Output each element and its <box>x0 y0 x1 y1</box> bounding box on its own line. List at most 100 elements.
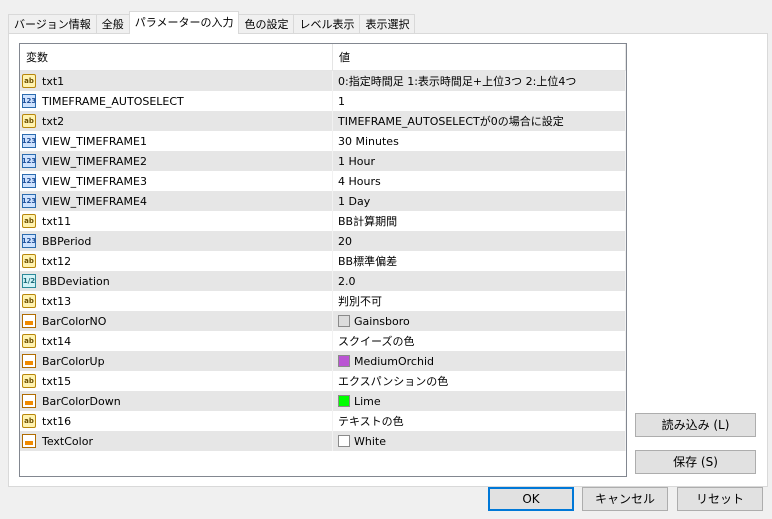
table-header: 変数 値 <box>20 44 626 71</box>
table-row[interactable]: 123 VIEW_TIMEFRAME2 1 Hour <box>20 151 626 171</box>
variable-cell[interactable]: ab txt14 <box>20 331 333 351</box>
string-type-icon: ab <box>22 114 36 128</box>
tab-version-info[interactable]: バージョン情報 <box>8 14 97 34</box>
value-cell[interactable]: BB計算期間 <box>332 211 626 231</box>
value-text: 0:指定時間足 1:表示時間足+上位3つ 2:上位4つ <box>338 75 577 88</box>
variable-name: txt16 <box>42 414 72 428</box>
variable-cell[interactable]: 123 VIEW_TIMEFRAME4 <box>20 191 333 211</box>
table-row[interactable]: ab txt12 BB標準偏差 <box>20 251 626 271</box>
variable-cell[interactable]: ab txt15 <box>20 371 333 391</box>
tab-general[interactable]: 全般 <box>95 14 130 34</box>
value-cell[interactable]: テキストの色 <box>332 411 626 431</box>
variable-name: TIMEFRAME_AUTOSELECT <box>42 94 184 108</box>
value-text: BB計算期間 <box>338 215 398 228</box>
table-row[interactable]: 123 VIEW_TIMEFRAME4 1 Day <box>20 191 626 211</box>
value-text: White <box>354 434 386 448</box>
value-cell[interactable]: 1 Day <box>332 191 626 211</box>
column-header-variable[interactable]: 変数 <box>20 44 333 71</box>
value-cell[interactable]: MediumOrchid <box>332 351 626 371</box>
variable-name: BarColorNO <box>42 314 107 328</box>
value-cell[interactable]: Gainsboro <box>332 311 626 331</box>
value-cell[interactable]: White <box>332 431 626 451</box>
table-row[interactable]: ab txt2 TIMEFRAME_AUTOSELECTが0の場合に設定 <box>20 111 626 131</box>
variable-name: VIEW_TIMEFRAME3 <box>42 174 147 188</box>
table-row[interactable]: 1/2 BBDeviation 2.0 <box>20 271 626 291</box>
table-row[interactable]: 123 TIMEFRAME_AUTOSELECT 1 <box>20 91 626 111</box>
table-row[interactable]: ab txt11 BB計算期間 <box>20 211 626 231</box>
variable-cell[interactable]: 123 TIMEFRAME_AUTOSELECT <box>20 91 333 111</box>
column-header-value[interactable]: 値 <box>332 44 626 71</box>
tab-colors[interactable]: 色の設定 <box>238 14 295 34</box>
value-cell[interactable]: 30 Minutes <box>332 131 626 151</box>
variable-cell[interactable]: 123 BBPeriod <box>20 231 333 251</box>
string-type-icon: ab <box>22 414 36 428</box>
table-row[interactable]: BarColorNO Gainsboro <box>20 311 626 331</box>
value-cell[interactable]: 1 <box>332 91 626 111</box>
table-row[interactable]: ab txt1 0:指定時間足 1:表示時間足+上位3つ 2:上位4つ <box>20 70 626 91</box>
parameters-grid: 変数 値 ab txt1 0:指定時間足 1:表示時間足+上位3つ 2:上位4つ 12… <box>19 43 627 477</box>
variable-name: BBPeriod <box>42 234 92 248</box>
variable-cell[interactable]: 123 VIEW_TIMEFRAME2 <box>20 151 333 171</box>
table-row[interactable]: BarColorDown Lime <box>20 391 626 411</box>
variable-name: VIEW_TIMEFRAME2 <box>42 154 147 168</box>
ok-button[interactable]: OK <box>488 487 574 511</box>
variable-name: txt13 <box>42 294 72 308</box>
tab-levels[interactable]: レベル表示 <box>293 14 361 34</box>
value-cell[interactable]: スクイーズの色 <box>332 331 626 351</box>
variable-cell[interactable]: ab txt12 <box>20 251 333 271</box>
color-type-icon <box>22 434 36 448</box>
table-row[interactable]: 123 BBPeriod 20 <box>20 231 626 251</box>
value-cell[interactable]: 2.0 <box>332 271 626 291</box>
value-cell[interactable]: TIMEFRAME_AUTOSELECTが0の場合に設定 <box>332 111 626 131</box>
variable-cell[interactable]: BarColorNO <box>20 311 333 331</box>
variable-cell[interactable]: 123 VIEW_TIMEFRAME3 <box>20 171 333 191</box>
string-type-icon: ab <box>22 374 36 388</box>
load-button[interactable]: 読み込み (L) <box>635 413 756 437</box>
value-cell[interactable]: エクスパンションの色 <box>332 371 626 391</box>
variable-cell[interactable]: ab txt13 <box>20 291 333 311</box>
value-cell[interactable]: 0:指定時間足 1:表示時間足+上位3つ 2:上位4つ <box>332 70 626 91</box>
tab-inputs[interactable]: パラメーターの入力 <box>128 11 240 34</box>
table-row[interactable]: 123 VIEW_TIMEFRAME1 30 Minutes <box>20 131 626 151</box>
integer-type-icon: 123 <box>22 234 36 248</box>
variable-name: BarColorUp <box>42 354 105 368</box>
table-row[interactable]: ab txt15 エクスパンションの色 <box>20 371 626 391</box>
table-row[interactable]: 123 VIEW_TIMEFRAME3 4 Hours <box>20 171 626 191</box>
table-row[interactable]: ab txt14 スクイーズの色 <box>20 331 626 351</box>
table-row[interactable]: ab txt16 テキストの色 <box>20 411 626 431</box>
cancel-button[interactable]: キャンセル <box>582 487 668 511</box>
variable-cell[interactable]: BarColorUp <box>20 351 333 371</box>
value-cell[interactable]: 4 Hours <box>332 171 626 191</box>
integer-type-icon: 123 <box>22 134 36 148</box>
color-swatch <box>338 435 350 447</box>
value-cell[interactable]: 1 Hour <box>332 151 626 171</box>
variable-cell[interactable]: ab txt16 <box>20 411 333 431</box>
table-row[interactable]: BarColorUp MediumOrchid <box>20 351 626 371</box>
value-cell[interactable]: BB標準偏差 <box>332 251 626 271</box>
value-text: 2.0 <box>338 274 356 288</box>
variable-cell[interactable]: BarColorDown <box>20 391 333 411</box>
value-cell[interactable]: Lime <box>332 391 626 411</box>
variable-cell[interactable]: 123 VIEW_TIMEFRAME1 <box>20 131 333 151</box>
value-cell[interactable]: 20 <box>332 231 626 251</box>
value-text: Gainsboro <box>354 314 410 328</box>
string-type-icon: ab <box>22 334 36 348</box>
variable-cell[interactable]: ab txt2 <box>20 111 333 131</box>
tab-visualization[interactable]: 表示選択 <box>359 14 416 34</box>
table-row[interactable]: TextColor White <box>20 431 626 451</box>
table-row[interactable]: ab txt13 判別不可 <box>20 291 626 311</box>
variable-name: VIEW_TIMEFRAME1 <box>42 134 147 148</box>
variable-cell[interactable]: ab txt11 <box>20 211 333 231</box>
variable-cell[interactable]: 1/2 BBDeviation <box>20 271 333 291</box>
variable-name: txt1 <box>42 74 65 88</box>
variable-name: txt11 <box>42 214 72 228</box>
save-button[interactable]: 保存 (S) <box>635 450 756 474</box>
variable-cell[interactable]: ab txt1 <box>20 70 333 91</box>
reset-button[interactable]: リセット <box>677 487 763 511</box>
value-text: 20 <box>338 234 352 248</box>
variable-cell[interactable]: TextColor <box>20 431 333 451</box>
value-text: 判別不可 <box>338 295 382 308</box>
value-text: エクスパンションの色 <box>338 375 449 388</box>
string-type-icon: ab <box>22 214 36 228</box>
value-cell[interactable]: 判別不可 <box>332 291 626 311</box>
